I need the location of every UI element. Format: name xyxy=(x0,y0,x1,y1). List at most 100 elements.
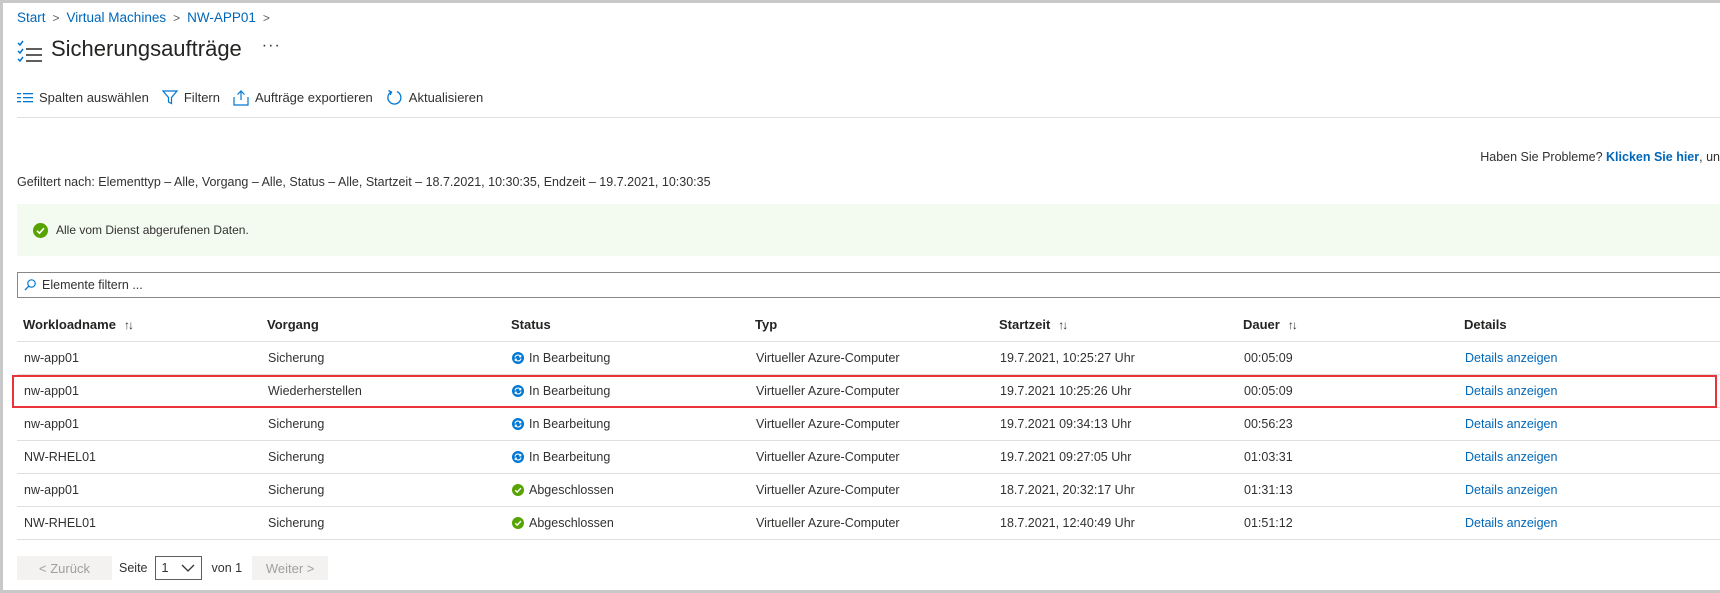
banner-text: Alle vom Dienst abgerufenen Daten. xyxy=(56,223,249,237)
columns-icon xyxy=(17,92,33,102)
check-circle-icon xyxy=(512,516,524,529)
cell-startzeit: 18.7.2021, 12:40:49 Uhr xyxy=(993,506,1237,540)
table-row[interactable]: nw-app01 Sicherung In Bearbeitung Virtuelle… xyxy=(17,341,1720,375)
cell-status: In Bearbeitung xyxy=(505,407,749,441)
cell-typ: Virtueller Azure-Computer xyxy=(749,440,993,474)
chevron-right-icon: > xyxy=(173,10,181,25)
breadcrumb-start[interactable]: Start xyxy=(17,10,46,25)
status-text: In Bearbeitung xyxy=(529,416,611,431)
page-select-value: 1 xyxy=(161,561,169,575)
sort-icon[interactable]: ↑↓ xyxy=(1288,318,1298,332)
help-link[interactable]: Klicken Sie hier xyxy=(1606,150,1699,164)
cell-vorgang: Sicherung xyxy=(261,407,505,441)
breadcrumb-virtual-machines[interactable]: Virtual Machines xyxy=(67,10,167,25)
cell-startzeit: 19.7.2021 10:25:26 Uhr xyxy=(993,374,1237,408)
export-jobs-button[interactable]: Aufträge exportieren xyxy=(233,89,373,106)
status-text: In Bearbeitung xyxy=(529,449,611,464)
page-total: von 1 xyxy=(211,561,243,575)
cell-workloadname: nw-app01 xyxy=(17,473,261,507)
column-header-details: Details xyxy=(1458,308,1720,342)
table-row[interactable]: nw-app01 Sicherung Abgeschlossen Virtueller… xyxy=(17,473,1720,507)
view-details-link[interactable]: Details anzeigen xyxy=(1465,450,1557,464)
next-page-button[interactable]: Weiter > xyxy=(252,556,329,580)
column-header-dauer[interactable]: Dauer ↑↓ xyxy=(1237,308,1458,342)
cell-workloadname: nw-app01 xyxy=(17,407,261,441)
refresh-icon xyxy=(387,89,402,105)
view-details-link[interactable]: Details anzeigen xyxy=(1465,351,1557,365)
status-text: In Bearbeitung xyxy=(529,383,611,398)
info-banner: Alle vom Dienst abgerufenen Daten. xyxy=(17,204,1720,256)
status-text: In Bearbeitung xyxy=(529,350,611,365)
job-list-icon xyxy=(17,40,42,63)
sync-icon xyxy=(512,450,524,463)
previous-page-button[interactable]: < Zurück xyxy=(17,556,112,580)
title-row: Sicherungsaufträge ··· xyxy=(17,33,281,65)
search-input[interactable] xyxy=(42,278,442,292)
pagination: < Zurück Seite 1 von 1 Weiter > xyxy=(17,556,329,580)
choose-columns-label: Spalten auswählen xyxy=(39,90,149,105)
cell-details: Details anzeigen xyxy=(1458,440,1720,474)
help-suffix: , un xyxy=(1699,150,1720,164)
more-options-icon[interactable]: ··· xyxy=(262,37,281,55)
cell-status: Abgeschlossen xyxy=(505,473,749,507)
divider xyxy=(17,117,1720,118)
cell-details: Details anzeigen xyxy=(1458,407,1720,441)
check-circle-icon xyxy=(512,483,524,496)
cell-typ: Virtueller Azure-Computer xyxy=(749,473,993,507)
cell-details: Details anzeigen xyxy=(1458,341,1720,375)
column-header-startzeit[interactable]: Startzeit ↑↓ xyxy=(993,308,1237,342)
cell-startzeit: 19.7.2021, 10:25:27 Uhr xyxy=(993,341,1237,375)
cell-startzeit: 19.7.2021 09:27:05 Uhr xyxy=(993,440,1237,474)
help-prefix: Haben Sie Probleme? xyxy=(1480,150,1603,164)
refresh-button[interactable]: Aktualisieren xyxy=(386,89,483,106)
sort-icon[interactable]: ↑↓ xyxy=(124,318,134,332)
cell-startzeit: 19.7.2021 09:34:13 Uhr xyxy=(993,407,1237,441)
status-text: Abgeschlossen xyxy=(529,515,614,530)
chevron-right-icon: > xyxy=(52,10,60,25)
column-header-vorgang: Vorgang xyxy=(261,308,505,342)
refresh-label: Aktualisieren xyxy=(408,90,484,105)
choose-columns-button[interactable]: Spalten auswählen xyxy=(17,90,149,105)
cell-status: In Bearbeitung xyxy=(505,440,749,474)
cell-typ: Virtueller Azure-Computer xyxy=(749,374,993,408)
view-details-link[interactable]: Details anzeigen xyxy=(1465,384,1557,398)
sort-icon[interactable]: ↑↓ xyxy=(1058,318,1068,332)
table-row[interactable]: nw-app01 Sicherung In Bearbeitung Virtuelle… xyxy=(17,407,1720,441)
table-row[interactable]: nw-app01 Wiederherstellen In Bearbeitung Vi… xyxy=(17,374,1720,408)
column-header-workloadname[interactable]: Workloadname ↑↓ xyxy=(17,308,261,342)
cell-vorgang: Wiederherstellen xyxy=(261,374,505,408)
cell-workloadname: NW-RHEL01 xyxy=(17,506,261,540)
cell-dauer: 00:05:09 xyxy=(1237,374,1458,408)
table-row[interactable]: NW-RHEL01 Sicherung Abgeschlossen Virtuelle… xyxy=(17,506,1720,540)
cell-typ: Virtueller Azure-Computer xyxy=(749,407,993,441)
cell-workloadname: nw-app01 xyxy=(17,341,261,375)
filter-label: Filtern xyxy=(183,90,220,105)
cell-status: In Bearbeitung xyxy=(505,374,749,408)
view-details-link[interactable]: Details anzeigen xyxy=(1465,417,1557,431)
cell-startzeit: 18.7.2021, 20:32:17 Uhr xyxy=(993,473,1237,507)
table-header-row: Workloadname ↑↓ Vorgang Status Typ Startz… xyxy=(17,308,1720,342)
filter-icon xyxy=(161,90,178,105)
page-select[interactable]: 1 xyxy=(154,556,202,580)
breadcrumb: Start > Virtual Machines > NW-APP01 > xyxy=(17,10,277,25)
table-row[interactable]: NW-RHEL01 Sicherung In Bearbeitung Virtuell… xyxy=(17,440,1720,474)
cell-dauer: 01:51:12 xyxy=(1237,506,1458,540)
cell-vorgang: Sicherung xyxy=(261,506,505,540)
cell-vorgang: Sicherung xyxy=(261,440,505,474)
breadcrumb-vm[interactable]: NW-APP01 xyxy=(187,10,256,25)
export-icon xyxy=(233,89,249,106)
column-header-status: Status xyxy=(505,308,749,342)
cell-workloadname: NW-RHEL01 xyxy=(17,440,261,474)
cell-workloadname: nw-app01 xyxy=(17,374,261,408)
search-box[interactable] xyxy=(17,272,1720,298)
view-details-link[interactable]: Details anzeigen xyxy=(1465,483,1557,497)
filter-button[interactable]: Filtern xyxy=(161,90,220,105)
view-details-link[interactable]: Details anzeigen xyxy=(1465,516,1557,530)
chevron-down-icon xyxy=(181,564,194,572)
page-title: Sicherungsaufträge xyxy=(51,36,242,61)
filter-summary: Gefiltert nach: Elementtyp – Alle, Vorga… xyxy=(17,175,711,189)
page-frame: Start > Virtual Machines > NW-APP01 > Si… xyxy=(0,0,1720,593)
column-header-typ: Typ xyxy=(749,308,993,342)
sync-icon xyxy=(512,417,524,430)
cell-vorgang: Sicherung xyxy=(261,473,505,507)
